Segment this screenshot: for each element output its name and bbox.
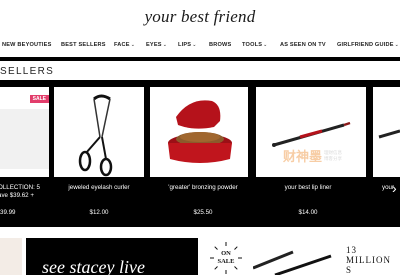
- product-tile-eyelash-curler[interactable]: [54, 87, 144, 177]
- nav-label: EYES: [146, 42, 162, 48]
- chevron-down-icon: ⌄: [394, 42, 400, 48]
- product-tile-collection[interactable]: SALE: [0, 87, 49, 177]
- pencils-image: [253, 250, 332, 275]
- product-name[interactable]: 'greater' bronzing powder: [150, 184, 256, 192]
- chevron-down-icon: ⌄: [192, 42, 197, 48]
- nav-divider: [0, 57, 400, 61]
- chevron-down-icon: ⌄: [130, 42, 136, 48]
- product-name[interactable]: OLLECTION: 5 ave $39.62 +: [0, 184, 42, 200]
- bronzing-powder-image: [168, 100, 232, 163]
- section-title: SELLERS: [0, 66, 55, 77]
- nav-lips[interactable]: LIPS ⌄: [178, 42, 197, 48]
- product-price: 39.99: [0, 209, 16, 216]
- promo-live-text: see stacey live: [42, 257, 145, 275]
- watermark-sub: 理财信息 博客分享: [324, 149, 343, 161]
- promo-thumb-left[interactable]: [0, 238, 22, 275]
- nav-label: AS SEEN ON TV: [280, 42, 326, 48]
- nav-tools[interactable]: TOOLS ⌄: [242, 42, 268, 48]
- logo[interactable]: your best friend: [0, 7, 400, 27]
- chevron-down-icon: ⌄: [162, 42, 168, 48]
- nav-new-beyouties[interactable]: NEW BEYOUTIES: [2, 42, 52, 48]
- sale-badge: SALE: [29, 95, 49, 103]
- product-name[interactable]: jeweled eyelash curler: [54, 184, 144, 192]
- next-arrow-icon[interactable]: ›: [392, 180, 397, 196]
- nav-best-sellers[interactable]: BEST SELLERS: [61, 42, 106, 48]
- product-name[interactable]: your best lip liner: [256, 184, 360, 192]
- script-flourish: [363, 262, 400, 275]
- promo-banner-live[interactable]: see stacey live: [26, 238, 198, 275]
- nav-label: LIPS: [178, 42, 192, 48]
- product-name[interactable]: your: [382, 184, 400, 192]
- nav-label: FACE: [114, 42, 130, 48]
- main-nav: NEW BEYOUTIES BEST SELLERS FACE ⌄ EYES ⌄ L…: [0, 42, 400, 54]
- product-price: $14.00: [298, 209, 318, 216]
- nav-label: TOOLS: [242, 42, 263, 48]
- nav-label: BEST SELLERS: [61, 42, 106, 48]
- watermark-main: 财神墨: [283, 149, 323, 164]
- nav-label: GIRLFRIEND GUIDE: [337, 42, 394, 48]
- product-price: $12.00: [89, 209, 109, 216]
- nav-face[interactable]: FACE ⌄: [114, 42, 135, 48]
- starburst-icon: [210, 242, 242, 274]
- product-tile-partial[interactable]: [373, 87, 400, 177]
- on-sale-badge: ON SALE: [210, 242, 242, 274]
- eyelash-curler-image: [78, 94, 113, 177]
- product-image-partial: [378, 129, 400, 139]
- nav-as-seen-on-tv[interactable]: AS SEEN ON TV: [280, 42, 326, 48]
- nav-girlfriend-guide[interactable]: GIRLFRIEND GUIDE ⌄: [337, 42, 399, 48]
- chevron-down-icon: ⌄: [263, 42, 268, 48]
- nav-label: BROWS: [209, 42, 232, 48]
- product-image: [0, 109, 49, 169]
- nav-brows[interactable]: BROWS: [209, 42, 231, 48]
- promo-banner-millions[interactable]: ON SALE 13 MILLION S: [203, 238, 400, 275]
- product-price: $25.50: [193, 209, 213, 216]
- watermark: 财神墨 理财信息 博客分享: [283, 146, 342, 165]
- nav-label: NEW BEYOUTIES: [2, 42, 52, 48]
- nav-eyes[interactable]: EYES ⌄: [146, 42, 167, 48]
- product-tile-bronzing-powder[interactable]: [150, 87, 248, 177]
